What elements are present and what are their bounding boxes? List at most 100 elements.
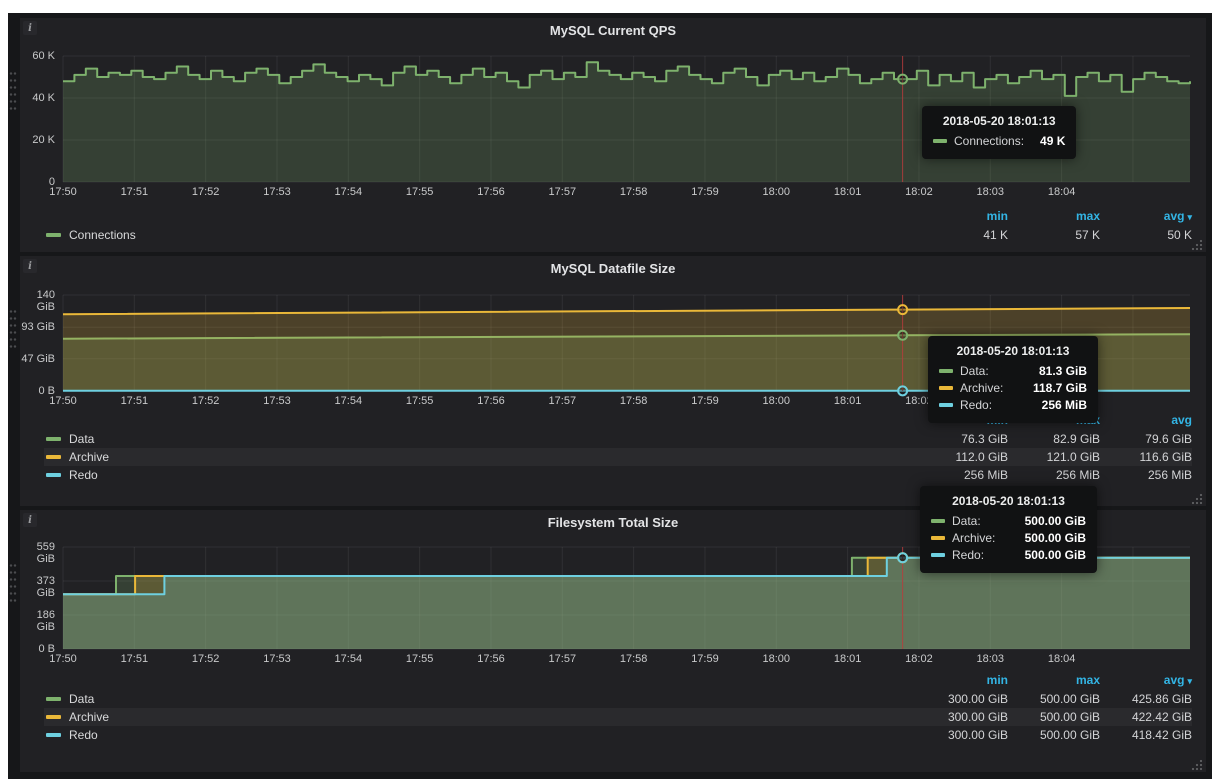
- legend-max-value: 121.0 GiB: [1008, 450, 1100, 464]
- x-tick-label: 17:57: [540, 395, 584, 407]
- x-tick-label: 18:02: [897, 186, 941, 198]
- legend-sort-avg[interactable]: avg▾: [1100, 673, 1192, 687]
- sort-caret-icon: ▾: [1187, 676, 1192, 686]
- tooltip-series-row: Redo:500.00 GiB: [931, 548, 1086, 562]
- qps-legend: minmaxavg▾ Connections41 K57 K50 K: [44, 206, 1192, 244]
- legend-series-name[interactable]: Data: [69, 692, 94, 706]
- y-tick-label: 20 K: [20, 134, 55, 146]
- series-dash-icon[interactable]: [46, 473, 61, 477]
- crosshair-marker-archive: [898, 305, 907, 314]
- crosshair-marker-redo: [898, 553, 907, 562]
- panel-drag-dots[interactable]: [9, 308, 17, 348]
- shared-crosshair-tooltip: 2018-05-20 18:01:13 Connections:49 K: [922, 106, 1076, 159]
- legend-row: Redo300.00 GiB500.00 GiB418.42 GiB: [44, 726, 1192, 744]
- x-tick-label: 17:59: [683, 395, 727, 407]
- legend-series-name[interactable]: Redo: [69, 728, 98, 742]
- y-tick-label: 140 GiB: [20, 289, 55, 313]
- y-tick-label: 60 K: [20, 50, 55, 62]
- legend-max-value: 256 MiB: [1008, 468, 1100, 482]
- series-dash-icon[interactable]: [46, 733, 61, 737]
- panel-resize-handle[interactable]: [1191, 758, 1203, 770]
- x-tick-label: 17:54: [326, 395, 370, 407]
- x-tick-label: 17:51: [112, 186, 156, 198]
- legend-row: Data76.3 GiB82.9 GiB79.6 GiB: [44, 430, 1192, 448]
- legend-avg-value: 256 MiB: [1100, 468, 1192, 482]
- x-tick-label: 18:01: [826, 186, 870, 198]
- tooltip-series-row: Archive:500.00 GiB: [931, 531, 1086, 545]
- legend-sort-min[interactable]: min: [916, 209, 1008, 223]
- legend-max-value: 500.00 GiB: [1008, 710, 1100, 724]
- legend-row: Archive112.0 GiB121.0 GiB116.6 GiB: [44, 448, 1192, 466]
- legend-series-name[interactable]: Archive: [69, 450, 109, 464]
- x-tick-label: 17:52: [184, 653, 228, 665]
- legend-sort-min[interactable]: min: [916, 673, 1008, 687]
- tooltip-series-value: 49 K: [1040, 134, 1065, 148]
- legend-sort-avg[interactable]: avg▾: [1100, 209, 1192, 223]
- series-dash-icon[interactable]: [46, 455, 61, 459]
- x-tick-label: 18:02: [897, 653, 941, 665]
- legend-row: Data300.00 GiB500.00 GiB425.86 GiB: [44, 690, 1192, 708]
- x-tick-label: 17:55: [398, 186, 442, 198]
- x-tick-label: 17:53: [255, 186, 299, 198]
- panel-resize-handle[interactable]: [1191, 492, 1203, 504]
- y-tick-label: 40 K: [20, 92, 55, 104]
- x-tick-label: 18:00: [754, 186, 798, 198]
- x-tick-label: 18:00: [754, 653, 798, 665]
- tooltip-series-row: Data:500.00 GiB: [931, 514, 1086, 528]
- tooltip-series-label: Archive:: [960, 381, 1003, 395]
- x-tick-label: 17:59: [683, 186, 727, 198]
- tooltip-series-row: Connections: 49 K: [933, 134, 1065, 148]
- legend-series-name[interactable]: Archive: [69, 710, 109, 724]
- tooltip-series-label: Connections:: [954, 134, 1024, 148]
- panel-title[interactable]: MySQL Datafile Size: [20, 261, 1206, 276]
- panel-drag-dots[interactable]: [9, 562, 17, 602]
- filesystem-legend: minmaxavg▾ Data300.00 GiB500.00 GiB425.86…: [44, 670, 1192, 744]
- panel-drag-dots[interactable]: [9, 70, 17, 110]
- x-tick-label: 17:58: [612, 395, 656, 407]
- tooltip-series-value: 500.00 GiB: [1025, 514, 1086, 528]
- legend-min-value: 76.3 GiB: [916, 432, 1008, 446]
- panel-resize-handle[interactable]: [1191, 238, 1203, 250]
- x-tick-label: 17:52: [184, 186, 228, 198]
- series-dash-icon[interactable]: [46, 233, 61, 237]
- tooltip-series-row: Archive:118.7 GiB: [939, 381, 1087, 395]
- legend-row: Connections41 K57 K50 K: [44, 226, 1192, 244]
- y-tick-label: 0: [20, 176, 55, 188]
- legend-series-name[interactable]: Data: [69, 432, 94, 446]
- series-dash-icon: [931, 553, 945, 557]
- x-tick-label: 18:04: [1040, 186, 1084, 198]
- legend-sort-avg[interactable]: avg: [1100, 413, 1192, 427]
- x-tick-label: 17:54: [326, 653, 370, 665]
- legend-sort-max[interactable]: max: [1008, 209, 1100, 223]
- tooltip-series-label: Redo:: [960, 398, 992, 412]
- grafana-dashboard: i MySQL Current QPS minmaxavg▾Connection…: [8, 13, 1212, 779]
- x-tick-label: 18:01: [826, 653, 870, 665]
- series-dash-icon[interactable]: [46, 697, 61, 701]
- series-dash-icon[interactable]: [46, 715, 61, 719]
- x-tick-label: 17:55: [398, 395, 442, 407]
- series-dash-icon: [939, 386, 953, 390]
- tooltip-series-label: Archive:: [952, 531, 995, 545]
- legend-sort-max[interactable]: max: [1008, 673, 1100, 687]
- x-tick-label: 17:57: [540, 653, 584, 665]
- series-dash-icon: [933, 139, 947, 143]
- y-tick-label: 186 GiB: [20, 609, 55, 633]
- legend-min-value: 256 MiB: [916, 468, 1008, 482]
- panel-title[interactable]: MySQL Current QPS: [20, 23, 1206, 38]
- legend-series-name[interactable]: Connections: [69, 228, 136, 242]
- legend-avg-value: 116.6 GiB: [1100, 450, 1192, 464]
- legend-max-value: 500.00 GiB: [1008, 692, 1100, 706]
- series-dash-icon[interactable]: [46, 437, 61, 441]
- series-dash-icon: [931, 536, 945, 540]
- page: i MySQL Current QPS minmaxavg▾Connection…: [0, 0, 1224, 784]
- legend-max-value: 500.00 GiB: [1008, 728, 1100, 742]
- legend-series-name[interactable]: Redo: [69, 468, 98, 482]
- series-dash-icon: [939, 369, 953, 373]
- legend-row: Redo256 MiB256 MiB256 MiB: [44, 466, 1192, 484]
- x-tick-label: 17:54: [326, 186, 370, 198]
- x-tick-label: 17:55: [398, 653, 442, 665]
- y-tick-label: 93 GiB: [20, 321, 55, 333]
- x-tick-label: 17:56: [469, 395, 513, 407]
- y-tick-label: 559 GiB: [20, 541, 55, 565]
- x-tick-label: 18:03: [968, 653, 1012, 665]
